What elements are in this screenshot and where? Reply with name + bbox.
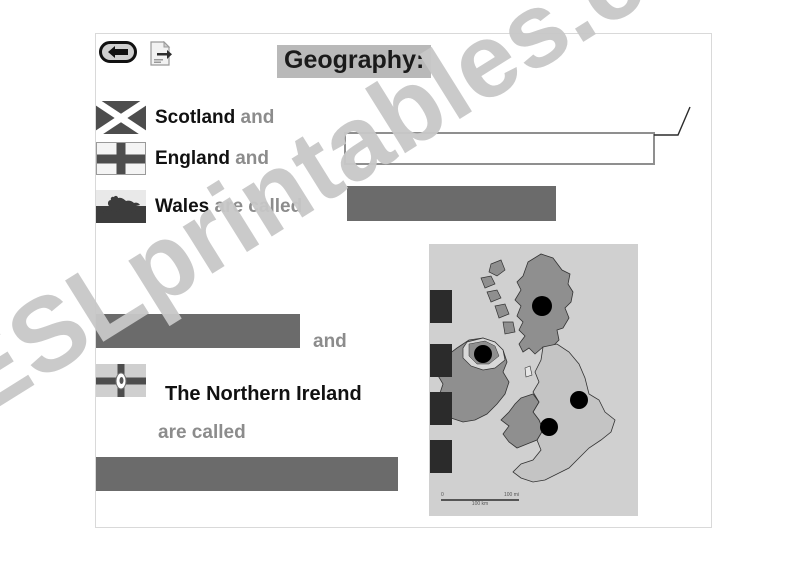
connector-england: and <box>235 147 270 169</box>
exercise-row-england: England and <box>96 142 269 175</box>
connector-scotland: and <box>240 106 275 128</box>
map-scale-bar: 0 100 mi 100 km <box>441 493 519 507</box>
page-forward-icon <box>150 40 172 66</box>
answer-bar-bottom <box>96 457 398 491</box>
scale-km: 100 km <box>471 501 489 507</box>
ulster-hand-icon <box>115 372 127 389</box>
wales-flag <box>96 190 146 223</box>
map-graphic <box>429 244 638 516</box>
northern-ireland-label: The Northern Ireland <box>165 383 362 405</box>
northern-ireland-flag <box>96 364 146 397</box>
page-title: Geography: <box>277 45 432 78</box>
exercise-row-scotland: Scotland and <box>96 101 274 134</box>
country-label-scotland: Scotland <box>155 106 236 128</box>
scale-miles: 100 mi <box>503 492 519 498</box>
england-flag <box>96 142 146 175</box>
british-isles-map: 0 100 mi 100 km <box>429 244 638 516</box>
connector-middle: and <box>313 331 347 352</box>
answer-bar-top <box>347 186 556 221</box>
map-edge-box-2 <box>430 344 452 377</box>
scotland-flag <box>96 101 146 134</box>
back-arrow-icon <box>108 46 128 58</box>
connector-northern-ireland: are called <box>158 422 246 443</box>
worksheet-page: Geography: Scotland and England and Wale… <box>0 0 800 565</box>
map-edge-box-4 <box>430 440 452 473</box>
country-label-wales: Wales <box>155 195 210 217</box>
row-scotland-text: Scotland and <box>155 107 274 129</box>
row-england-text: England and <box>155 148 269 170</box>
map-edge-box-3 <box>430 392 452 425</box>
answer-bar-middle <box>96 314 300 348</box>
map-edge-box-1 <box>430 290 452 323</box>
country-label-england: England <box>155 147 230 169</box>
welsh-dragon-icon <box>101 195 140 217</box>
scale-zero: 0 <box>441 492 444 498</box>
answer-input-box[interactable] <box>344 132 655 165</box>
connector-wales: are called <box>214 195 303 217</box>
exercise-row-wales: Wales are called <box>96 190 302 223</box>
next-button[interactable] <box>150 40 173 66</box>
row-wales-text: Wales are called <box>155 196 302 218</box>
exercise-row-northern-ireland <box>96 364 146 397</box>
back-button[interactable] <box>99 41 137 63</box>
